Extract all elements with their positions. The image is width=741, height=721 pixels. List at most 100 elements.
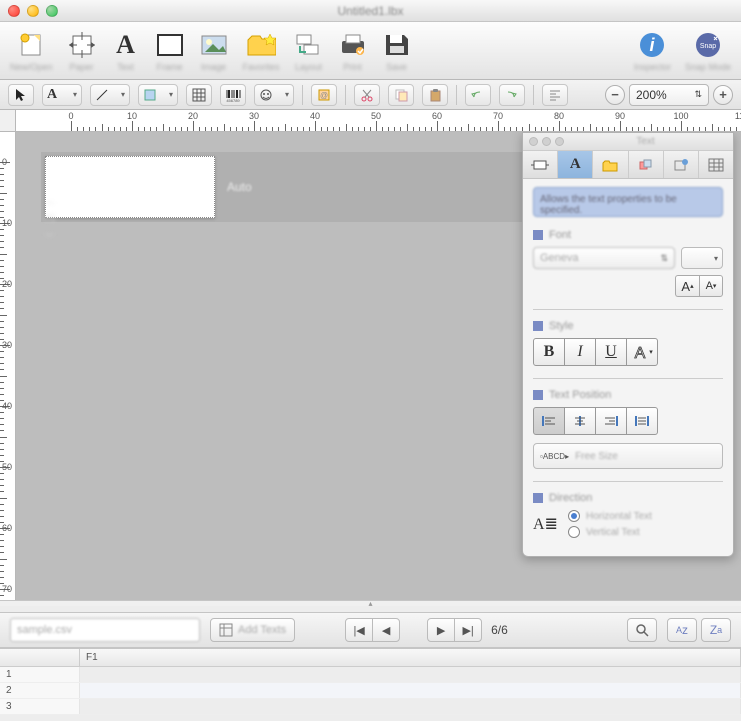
shape-tool-dropdown[interactable]: ▾ [138,84,178,106]
align-justify-button[interactable] [626,407,658,435]
line-tool-dropdown[interactable]: ▾ [90,84,130,106]
barcode-tool[interactable]: 456789 [220,84,246,106]
print-button[interactable]: Print [338,30,368,72]
search-button[interactable] [627,618,657,642]
add-texts-button[interactable]: Add Texts [210,618,295,642]
image-button[interactable]: Image [199,30,229,72]
paste-button[interactable] [422,84,448,106]
ruler-vertical: 010203040506070 [0,132,16,600]
nav-next-last: ▶ ▶| [427,618,481,642]
symbol-tool-dropdown[interactable]: ▾ [254,84,294,106]
italic-button[interactable]: I [564,338,596,366]
align-right-button[interactable] [595,407,627,435]
cut-button[interactable] [354,84,380,106]
table-tool[interactable] [186,84,212,106]
align-tool[interactable] [542,84,568,106]
decrease-font-button[interactable]: A▾ [699,275,723,297]
close-window-button[interactable] [8,5,20,17]
align-left-button[interactable] [533,407,565,435]
data-file-input[interactable]: sample.csv [10,618,200,642]
tab-size[interactable] [523,151,558,178]
paper-button[interactable]: Paper [67,30,97,72]
increase-font-button[interactable]: A▴ [675,275,699,297]
ruler-corner [0,110,16,132]
nav-first-prev: |◀ ◀ [345,618,399,642]
rownum-header[interactable] [0,649,80,666]
last-record-button[interactable]: ▶| [454,618,482,642]
inspector-button[interactable]: i Inspector [634,30,671,72]
image-icon [199,30,229,60]
text-icon: A [111,30,141,60]
new-open-button[interactable]: New/Open [10,30,53,72]
column-f1-header[interactable]: F1 [80,649,741,666]
favorites-button[interactable]: Favorites [243,30,280,72]
zoom-window-button[interactable] [46,5,58,17]
panel-collapse-handle[interactable]: ▴ [0,600,741,606]
select-tool[interactable] [8,84,34,106]
frame-button[interactable]: Frame [155,30,185,72]
align-center-button[interactable] [564,407,596,435]
layout-icon [294,30,324,60]
horizontal-text-radio[interactable] [568,510,580,522]
outline-button[interactable]: A▾ [626,338,658,366]
new-icon [16,30,46,60]
font-family-select[interactable]: Geneva⇅ [533,247,675,269]
underline-button[interactable]: U [595,338,627,366]
attach-tool[interactable]: @ [311,84,337,106]
text-tool-button[interactable]: A Text [111,30,141,72]
prev-record-button[interactable]: ◀ [372,618,400,642]
inspector-tabs: A [523,151,733,179]
inspector-description: Allows the text properties to be specifi… [533,187,723,217]
sort-desc-button[interactable]: Za [701,618,731,642]
tab-arrange[interactable] [629,151,664,178]
redo-button[interactable] [499,84,525,106]
tab-table[interactable] [699,151,733,178]
font-section: Font Geneva⇅ ▾ A▴ A▾ [533,229,723,297]
sort-asc-button[interactable]: Az [667,618,697,642]
label-frame[interactable] [45,156,215,218]
table-row[interactable]: 3 [0,699,741,715]
free-size-button[interactable]: ▫ABCD▸ Free Size [533,443,723,469]
svg-text:Snap: Snap [700,43,716,50]
style-section: Style B I U A▾ [533,320,723,366]
direction-section: Direction A≣ Horizontal Text Vertical Te… [533,492,723,538]
frame-icon [155,30,185,60]
ruler-horizontal: 0102030405060708090100110 [16,110,741,132]
zoom-in-button[interactable]: + [713,85,733,105]
next-record-button[interactable]: ▶ [427,618,455,642]
inspector-close-button[interactable] [529,137,538,146]
table-row[interactable]: 1 [0,667,741,683]
vertical-text-radio[interactable] [568,526,580,538]
record-indicator: 6/6 [491,623,508,637]
undo-button[interactable] [465,84,491,106]
tab-text[interactable]: A [558,151,593,178]
save-button[interactable]: Save [382,30,412,72]
folder-star-icon [246,30,276,60]
bold-button[interactable]: B [533,338,565,366]
minimize-window-button[interactable] [27,5,39,17]
text-tool-dropdown[interactable]: A▾ [42,84,82,106]
zoom-select[interactable]: 200%⇅ [629,84,709,106]
first-record-button[interactable]: |◀ [345,618,373,642]
auto-label: Auto [227,180,252,194]
svg-text:A: A [635,345,646,361]
svg-text:456789: 456789 [226,98,240,102]
direction-icon: A≣ [533,514,558,534]
snap-mode-button[interactable]: Snap Snap Mode [685,30,731,72]
zoom-out-button[interactable]: − [605,85,625,105]
position-section: Text Position ▫ABCD▸ Free Size [533,389,723,469]
font-size-select[interactable]: ▾ [681,247,723,269]
layout-button[interactable]: Layout [294,30,324,72]
inspector-titlebar: Text [523,133,733,151]
info-icon: i [637,30,667,60]
data-grid: F1 1 2 3 [0,648,741,715]
tab-protect[interactable] [664,151,699,178]
table-row[interactable]: 2 [0,683,741,699]
inspector-panel: Text A Allows the text properties to be … [522,132,734,557]
copy-button[interactable] [388,84,414,106]
tab-folder[interactable] [593,151,628,178]
zoom-controls: − 200%⇅ + [605,84,733,106]
paper-icon [67,30,97,60]
canvas[interactable]: —F1— Auto Text A Allows the text propert… [16,132,741,600]
print-icon [338,30,368,60]
